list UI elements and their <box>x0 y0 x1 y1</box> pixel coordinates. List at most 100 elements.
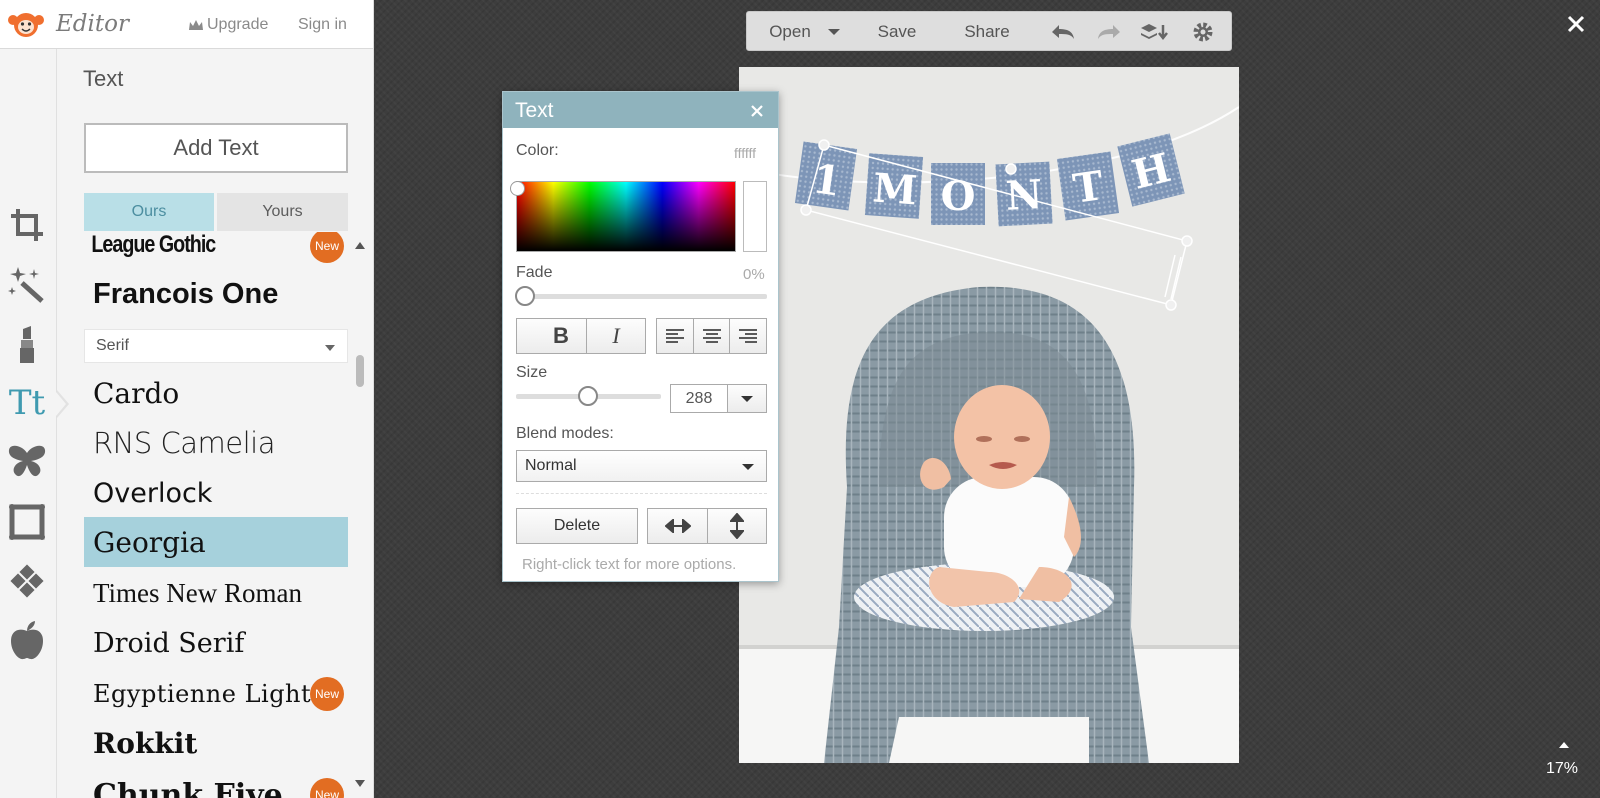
align-right-button[interactable] <box>729 318 767 354</box>
font-item[interactable]: RNS Camelia <box>84 418 348 468</box>
color-swatch[interactable] <box>743 181 767 252</box>
settings-button[interactable] <box>1183 12 1223 52</box>
font-name: Droid Serif <box>93 627 245 659</box>
italic-button[interactable]: I <box>586 318 646 354</box>
share-button[interactable]: Share <box>949 12 1025 52</box>
fade-slider-track[interactable] <box>516 294 767 299</box>
size-input[interactable]: 288 <box>670 384 728 413</box>
banner-letter: M <box>871 165 918 215</box>
undo-button[interactable] <box>1045 12 1081 52</box>
close-icon[interactable] <box>1564 12 1588 36</box>
fade-value: 0% <box>743 266 765 283</box>
scroll-down-arrow-icon[interactable] <box>355 780 365 787</box>
monkey-logo-icon[interactable] <box>6 10 46 40</box>
size-slider-handle[interactable] <box>578 386 598 406</box>
font-item-selected[interactable]: Georgia <box>84 517 348 567</box>
scroll-up-arrow-icon[interactable] <box>355 242 365 249</box>
font-item[interactable]: Rokkit <box>84 718 348 768</box>
dialog-hint: Right-click text for more options. <box>522 556 737 573</box>
undo-icon <box>1052 25 1074 39</box>
font-name: Georgia <box>93 525 206 559</box>
overlays-tool[interactable] <box>7 442 47 482</box>
crop-tool[interactable] <box>7 205 47 245</box>
panel-title: Text <box>83 66 124 91</box>
textures-tool[interactable] <box>7 561 47 601</box>
lipstick-icon <box>20 326 34 363</box>
active-tool-indicator-inner <box>56 392 66 416</box>
scroll-thumb[interactable] <box>356 355 364 387</box>
add-text-button[interactable]: Add Text <box>84 123 348 173</box>
font-name: RNS Camelia <box>93 426 275 460</box>
apple-icon <box>11 621 43 660</box>
open-dropdown-button[interactable] <box>819 12 849 52</box>
font-name: Egyptienne Light <box>93 680 312 708</box>
fade-slider-handle[interactable] <box>515 286 535 306</box>
font-item[interactable]: Chunk Five <box>84 770 348 798</box>
frame-icon <box>9 504 45 540</box>
text-dialog: Text Color: ffffff Fade 0% B I Size 288 … <box>502 91 779 582</box>
flip-horizontal-button[interactable] <box>647 508 708 544</box>
font-item[interactable]: Times New Roman <box>84 568 348 618</box>
font-item[interactable]: Egyptienne Light <box>84 669 348 719</box>
open-button[interactable]: Open <box>761 12 819 52</box>
frames-tool[interactable] <box>7 502 47 542</box>
font-list: League Gothic New Francois One Serif Car… <box>84 232 348 798</box>
left-panel: Editor Upgrade Sign in Tt Text Add Text … <box>0 0 374 798</box>
save-button[interactable]: Save <box>865 12 929 52</box>
color-spectrum-picker[interactable] <box>516 181 736 252</box>
layers-button[interactable] <box>1135 12 1175 52</box>
tool-icon-bar: Tt <box>0 49 57 798</box>
font-list-scrollbar[interactable] <box>352 240 366 790</box>
photo-canvas[interactable]: 1 M O N T H <box>739 67 1239 763</box>
font-item[interactable]: Overlock <box>84 468 348 518</box>
align-center-icon <box>702 329 721 343</box>
flip-vertical-button[interactable] <box>707 508 767 544</box>
upgrade-link[interactable]: Upgrade <box>188 16 268 34</box>
crown-icon <box>189 20 203 30</box>
delete-button[interactable]: Delete <box>516 508 638 544</box>
align-center-button[interactable] <box>693 318 730 354</box>
color-picker-handle[interactable] <box>510 181 525 196</box>
dialog-divider <box>516 493 767 494</box>
tab-yours[interactable]: Yours <box>217 193 348 231</box>
banner-letter: N <box>1005 171 1044 220</box>
blend-mode-select[interactable]: Normal <box>516 450 767 482</box>
color-hex-value[interactable]: ffffff <box>734 145 756 161</box>
font-name: Chunk Five <box>93 777 283 798</box>
chevron-down-icon <box>828 29 840 35</box>
align-right-icon <box>739 329 757 343</box>
top-bar: Editor Upgrade Sign in <box>0 0 373 49</box>
font-item[interactable]: Droid Serif <box>84 618 348 668</box>
dialog-title: Text <box>515 99 554 122</box>
font-item[interactable]: Francois One <box>84 269 348 319</box>
font-category-select[interactable]: Serif <box>84 329 348 363</box>
size-dropdown-button[interactable] <box>727 384 767 413</box>
text-tool-icon: Tt <box>8 383 46 423</box>
font-name: Francois One <box>93 277 279 310</box>
size-label: Size <box>516 364 548 381</box>
font-item[interactable]: League Gothic <box>84 232 300 264</box>
sign-in-link[interactable]: Sign in <box>298 16 347 34</box>
zoom-up-arrow-icon[interactable] <box>1559 742 1569 748</box>
align-left-button[interactable] <box>656 318 694 354</box>
flip-horizontal-icon <box>664 519 691 533</box>
butterfly-icon <box>8 445 46 477</box>
redo-button[interactable] <box>1091 12 1127 52</box>
tab-ours[interactable]: Ours <box>84 193 214 231</box>
blend-mode-value: Normal <box>525 457 577 474</box>
texture-pattern-icon <box>8 562 46 600</box>
themes-tool[interactable] <box>7 620 47 660</box>
font-name: Cardo <box>93 376 180 410</box>
baby-photo: 1 M O N T H <box>739 67 1239 763</box>
font-name: Overlock <box>93 477 213 509</box>
new-badge: New <box>310 677 344 711</box>
zoom-level[interactable]: 17% <box>1546 760 1578 778</box>
touch-up-tool[interactable] <box>7 324 47 364</box>
text-tool[interactable]: Tt <box>7 383 47 423</box>
font-item[interactable]: Cardo <box>84 368 348 418</box>
dialog-header[interactable]: Text <box>503 92 778 128</box>
upgrade-label: Upgrade <box>207 16 269 33</box>
effects-tool[interactable] <box>7 264 47 304</box>
close-icon[interactable] <box>747 101 767 121</box>
crop-icon <box>11 209 43 241</box>
